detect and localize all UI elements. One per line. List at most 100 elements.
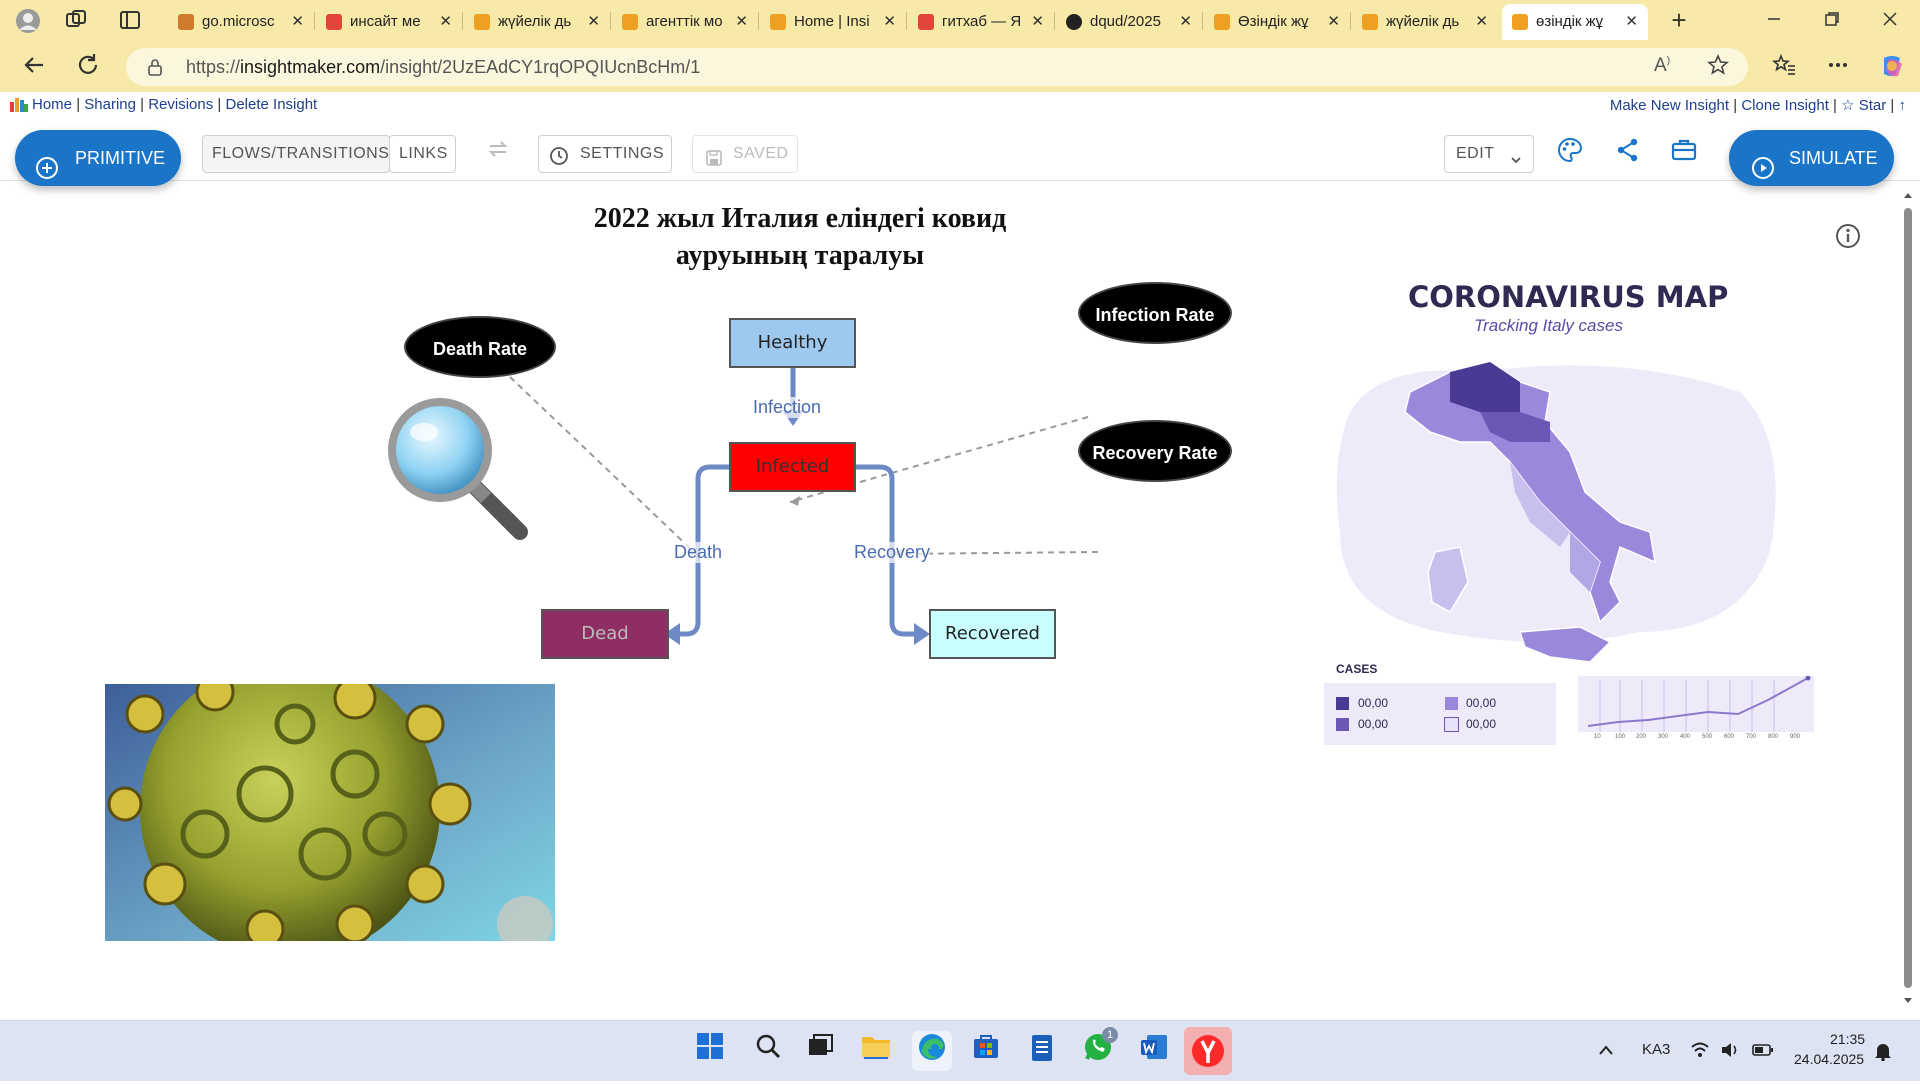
volume-icon[interactable] — [1720, 1041, 1740, 1064]
read-aloud-icon[interactable]: A) — [1654, 55, 1670, 77]
search-icon[interactable] — [748, 1031, 788, 1071]
close-tab-icon[interactable]: ✕ — [587, 4, 600, 40]
close-tab-icon[interactable]: ✕ — [1625, 4, 1638, 40]
variable-recovery-rate[interactable]: Recovery Rate — [1078, 420, 1232, 482]
windows-start-icon[interactable] — [690, 1031, 730, 1071]
sharing-link[interactable]: Sharing — [84, 96, 136, 113]
battery-icon[interactable] — [1752, 1043, 1774, 1062]
flows-transitions-tab[interactable]: FLOWS/TRANSITIONS — [202, 135, 390, 173]
clock-time[interactable]: 21:35 — [1830, 1031, 1865, 1047]
palette-icon[interactable] — [1552, 136, 1588, 172]
close-tab-icon[interactable]: ✕ — [1031, 4, 1044, 40]
copilot-icon[interactable] — [1876, 52, 1908, 84]
wifi-icon[interactable] — [1690, 1041, 1710, 1064]
flow-recovery-label[interactable]: Recovery — [854, 542, 931, 563]
stock-healthy[interactable]: Healthy — [729, 318, 856, 368]
close-tab-icon[interactable]: ✕ — [735, 4, 748, 40]
yandex-browser-icon[interactable] — [1184, 1027, 1232, 1075]
vertical-scrollbar[interactable] — [1902, 188, 1914, 1008]
delete-insight-link[interactable]: Delete Insight — [226, 96, 318, 113]
close-tab-icon[interactable]: ✕ — [1327, 4, 1340, 40]
microsoft-store-icon[interactable] — [966, 1031, 1006, 1071]
back-arrow-icon[interactable] — [18, 52, 50, 84]
coronavirus-image[interactable] — [105, 684, 555, 941]
add-primitive-button[interactable]: PRIMITIVE — [15, 130, 181, 186]
star-link[interactable]: ☆ Star — [1841, 97, 1886, 114]
task-view-icon[interactable] — [800, 1031, 840, 1071]
close-tab-icon[interactable]: ✕ — [439, 4, 452, 40]
variable-death-rate[interactable]: Death Rate — [404, 316, 556, 378]
lock-icon[interactable] — [146, 57, 164, 82]
make-new-insight-link[interactable]: Make New Insight — [1610, 97, 1729, 114]
restore-icon[interactable] — [1812, 6, 1852, 36]
simulate-button[interactable]: SIMULATE — [1729, 130, 1894, 186]
toolbox-icon[interactable] — [1666, 136, 1702, 172]
legend-value: 00,00 — [1466, 696, 1497, 710]
flow-death-label[interactable]: Death — [674, 542, 723, 563]
upload-link[interactable]: ↑ — [1899, 97, 1907, 114]
favorite-star-icon[interactable] — [1706, 53, 1730, 82]
info-icon[interactable] — [1834, 222, 1862, 255]
whatsapp-badge: 1 — [1102, 1027, 1118, 1043]
stock-infected[interactable]: Infected — [729, 442, 856, 492]
clock-date[interactable]: 24.04.2025 — [1794, 1051, 1864, 1067]
magnifying-glass-icon[interactable] — [382, 392, 532, 547]
address-bar[interactable]: https://insightmaker.com/insight/2UzEAdC… — [126, 48, 1748, 86]
word-icon[interactable] — [1134, 1031, 1174, 1071]
show-hidden-icons-chevron[interactable] — [1598, 1043, 1614, 1061]
browser-tab[interactable]: go.microsc ✕ — [168, 4, 314, 40]
stock-dead[interactable]: Dead — [541, 609, 669, 659]
saved-button[interactable]: SAVED — [692, 135, 798, 173]
close-tab-icon[interactable]: ✕ — [1179, 4, 1192, 40]
profile-avatar-icon[interactable] — [14, 8, 42, 34]
legend-swatch — [1445, 697, 1458, 710]
model-canvas[interactable]: 2022 жыл Италия еліндегі ковид ауруының … — [0, 182, 1900, 1020]
close-tab-icon[interactable]: ✕ — [291, 4, 304, 40]
scroll-down-arrow-icon[interactable] — [1902, 994, 1914, 1006]
share-icon[interactable] — [1610, 136, 1646, 172]
close-tab-icon[interactable]: ✕ — [883, 4, 896, 40]
tab-label: Өзіндік жұ — [1238, 13, 1309, 30]
browser-tab[interactable]: инсайт ме ✕ — [316, 4, 462, 40]
more-menu-icon[interactable] — [1822, 52, 1854, 84]
vertical-tabs-icon[interactable] — [116, 8, 144, 34]
legend-value: 00,00 — [1358, 696, 1389, 710]
swap-arrows-icon[interactable] — [480, 136, 516, 172]
tab-favicon-icon — [474, 14, 490, 30]
whatsapp-icon[interactable]: 1 — [1078, 1027, 1118, 1071]
links-tab[interactable]: LINKS — [389, 135, 456, 173]
browser-tab[interactable]: жүйелік дь ✕ — [464, 4, 610, 40]
refresh-icon[interactable] — [72, 52, 104, 84]
minimize-icon[interactable] — [1754, 6, 1794, 36]
close-window-icon[interactable] — [1870, 6, 1910, 36]
browser-tab[interactable]: гитхаб — Я ✕ — [908, 4, 1054, 40]
notifications-bell-icon[interactable] — [1874, 1041, 1892, 1066]
browser-tab-active[interactable]: өзіндік жұ ✕ — [1502, 4, 1648, 40]
edge-browser-icon[interactable] — [912, 1031, 952, 1071]
favorites-icon[interactable] — [1768, 52, 1800, 84]
tab-favicon-icon — [1214, 14, 1230, 30]
clone-insight-link[interactable]: Clone Insight — [1741, 97, 1829, 114]
stock-recovered[interactable]: Recovered — [929, 609, 1056, 659]
variable-infection-rate[interactable]: Infection Rate — [1078, 282, 1232, 344]
close-tab-icon[interactable]: ✕ — [1475, 4, 1488, 40]
scroll-thumb[interactable] — [1904, 208, 1912, 988]
browser-tab[interactable]: Өзіндік жұ ✕ — [1204, 4, 1350, 40]
notepad-icon[interactable] — [1022, 1031, 1062, 1071]
browser-tab[interactable]: агенттік мо ✕ — [612, 4, 758, 40]
browser-tab[interactable]: жүйелік дь ✕ — [1352, 4, 1498, 40]
browser-tab[interactable]: dqud/2025 ✕ — [1056, 4, 1202, 40]
file-explorer-icon[interactable] — [856, 1031, 896, 1071]
workspaces-icon[interactable] — [62, 8, 90, 34]
home-link[interactable]: Home — [32, 96, 72, 113]
flow-infection-label[interactable]: Infection — [753, 397, 822, 418]
new-tab-button[interactable]: + — [1664, 6, 1694, 36]
settings-button[interactable]: SETTINGS — [538, 135, 672, 173]
browser-tab[interactable]: Home | Insi ✕ — [760, 4, 906, 40]
revisions-link[interactable]: Revisions — [148, 96, 213, 113]
scroll-up-arrow-icon[interactable] — [1902, 188, 1914, 200]
edit-dropdown[interactable]: EDIT — [1444, 135, 1534, 173]
coronavirus-map-card[interactable]: CORONAVIRUS MAP Tracking Italy cases CAS… — [1320, 272, 1820, 752]
legend-value: 00,00 — [1358, 717, 1389, 731]
input-language[interactable]: KA3 — [1642, 1041, 1670, 1058]
